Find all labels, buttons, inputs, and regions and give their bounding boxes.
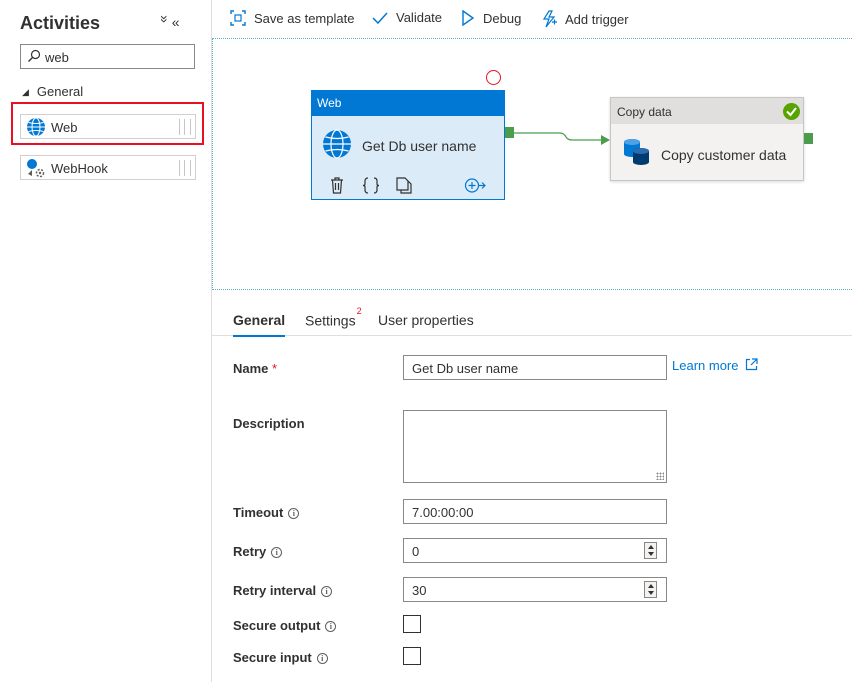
tab-label: User properties bbox=[378, 312, 474, 328]
node-name: Get Db user name bbox=[362, 138, 477, 154]
pipeline-toolbar: Save as template Validate Debug Add trig… bbox=[212, 0, 852, 38]
learn-more-link[interactable]: Learn more bbox=[672, 358, 758, 373]
template-icon bbox=[230, 10, 246, 26]
secure-input-checkbox[interactable] bbox=[403, 647, 421, 665]
timeout-field[interactable]: 7.00:00:00 bbox=[403, 499, 667, 524]
success-check-icon bbox=[783, 103, 800, 120]
copy-node-success-port[interactable] bbox=[804, 133, 813, 144]
retry-interval-value: 30 bbox=[412, 583, 427, 598]
error-count-badge: 2 bbox=[356, 306, 362, 316]
pane-controls: »« bbox=[157, 14, 186, 30]
debug-button[interactable]: Debug bbox=[461, 10, 521, 26]
validate-button[interactable]: Validate bbox=[372, 10, 442, 25]
web-node-success-port[interactable] bbox=[505, 127, 514, 138]
info-icon[interactable]: i bbox=[325, 621, 337, 632]
globe-icon bbox=[323, 129, 351, 159]
retry-interval-field-label: Retry interval i bbox=[233, 583, 333, 598]
checkmark-icon bbox=[372, 11, 388, 24]
hide-pane-icon[interactable]: « bbox=[172, 14, 186, 30]
info-icon[interactable]: i bbox=[316, 653, 328, 664]
search-icon bbox=[28, 49, 41, 62]
save-as-template-button[interactable]: Save as template bbox=[230, 10, 354, 26]
webhook-icon bbox=[27, 159, 45, 178]
node-name: Copy customer data bbox=[661, 147, 787, 163]
activity-search-box[interactable] bbox=[20, 44, 195, 69]
validate-label: Validate bbox=[396, 10, 443, 25]
name-value: Get Db user name bbox=[412, 361, 519, 376]
properties-tabs: General Settings2 User properties bbox=[212, 294, 852, 337]
drag-handle-icon[interactable] bbox=[179, 160, 191, 176]
description-field-label: Description bbox=[233, 416, 305, 431]
add-output-icon[interactable] bbox=[464, 177, 486, 194]
name-field-label: Name * bbox=[233, 361, 278, 376]
activity-item-webhook[interactable]: WebHook bbox=[20, 155, 196, 180]
delete-icon[interactable] bbox=[330, 177, 344, 194]
group-general[interactable]: ◢ General bbox=[22, 84, 83, 99]
add-trigger-button[interactable]: Add trigger bbox=[541, 10, 629, 28]
retry-spinner[interactable] bbox=[644, 542, 657, 559]
info-icon[interactable]: i bbox=[321, 586, 333, 597]
name-field[interactable]: Get Db user name bbox=[403, 355, 667, 380]
learn-more-label: Learn more bbox=[672, 358, 739, 373]
retry-value: 0 bbox=[412, 544, 420, 559]
description-field[interactable] bbox=[403, 410, 667, 483]
retry-field-label: Retry i bbox=[233, 544, 283, 559]
debug-label: Debug bbox=[483, 10, 522, 26]
node-actions bbox=[328, 177, 498, 195]
trigger-icon bbox=[542, 10, 557, 28]
add-trigger-label: Add trigger bbox=[565, 11, 629, 27]
secure-input-label: Secure input i bbox=[233, 650, 328, 665]
tab-user-properties[interactable]: User properties bbox=[378, 312, 474, 328]
tab-general[interactable]: General bbox=[233, 312, 286, 337]
web-activity-node[interactable]: Web Get Db user name bbox=[311, 90, 505, 200]
resize-grip-icon[interactable] bbox=[656, 472, 664, 480]
search-input[interactable] bbox=[45, 48, 190, 66]
timeout-value: 7.00:00:00 bbox=[412, 505, 474, 520]
secure-output-label: Secure output i bbox=[233, 618, 337, 633]
required-asterisk: * bbox=[272, 361, 278, 376]
play-icon bbox=[462, 10, 475, 26]
timeout-field-label: Timeout i bbox=[233, 505, 300, 520]
retry-interval-field[interactable]: 30 bbox=[403, 577, 667, 602]
group-label: General bbox=[36, 84, 84, 99]
code-icon[interactable] bbox=[362, 177, 380, 194]
activity-label: WebHook bbox=[51, 161, 108, 176]
copy-data-activity-node[interactable]: Copy data Copy customer data bbox=[610, 97, 804, 181]
node-type-label: Copy data bbox=[611, 98, 803, 124]
retry-interval-spinner[interactable] bbox=[644, 581, 657, 598]
clone-icon[interactable] bbox=[396, 177, 412, 194]
save-as-template-label: Save as template bbox=[254, 10, 355, 26]
tab-settings[interactable]: Settings2 bbox=[305, 306, 362, 329]
collapse-all-icon[interactable]: » bbox=[157, 15, 173, 29]
activities-pane: Activities »« ◢General Web WebHook bbox=[0, 0, 212, 682]
info-icon[interactable]: i bbox=[271, 547, 283, 558]
retry-field[interactable]: 0 bbox=[403, 538, 667, 563]
info-icon[interactable]: i bbox=[288, 508, 300, 519]
activities-title: Activities bbox=[20, 13, 101, 33]
secure-output-checkbox[interactable] bbox=[403, 615, 421, 633]
node-type-label: Web bbox=[312, 91, 504, 116]
error-indicator-icon[interactable] bbox=[486, 70, 501, 85]
highlight-annotation bbox=[11, 102, 204, 145]
database-copy-icon bbox=[624, 139, 649, 165]
expand-triangle-icon: ◢ bbox=[22, 87, 29, 97]
tab-label: Settings bbox=[305, 312, 356, 329]
tab-label: General bbox=[233, 312, 286, 328]
external-link-icon bbox=[746, 358, 758, 371]
